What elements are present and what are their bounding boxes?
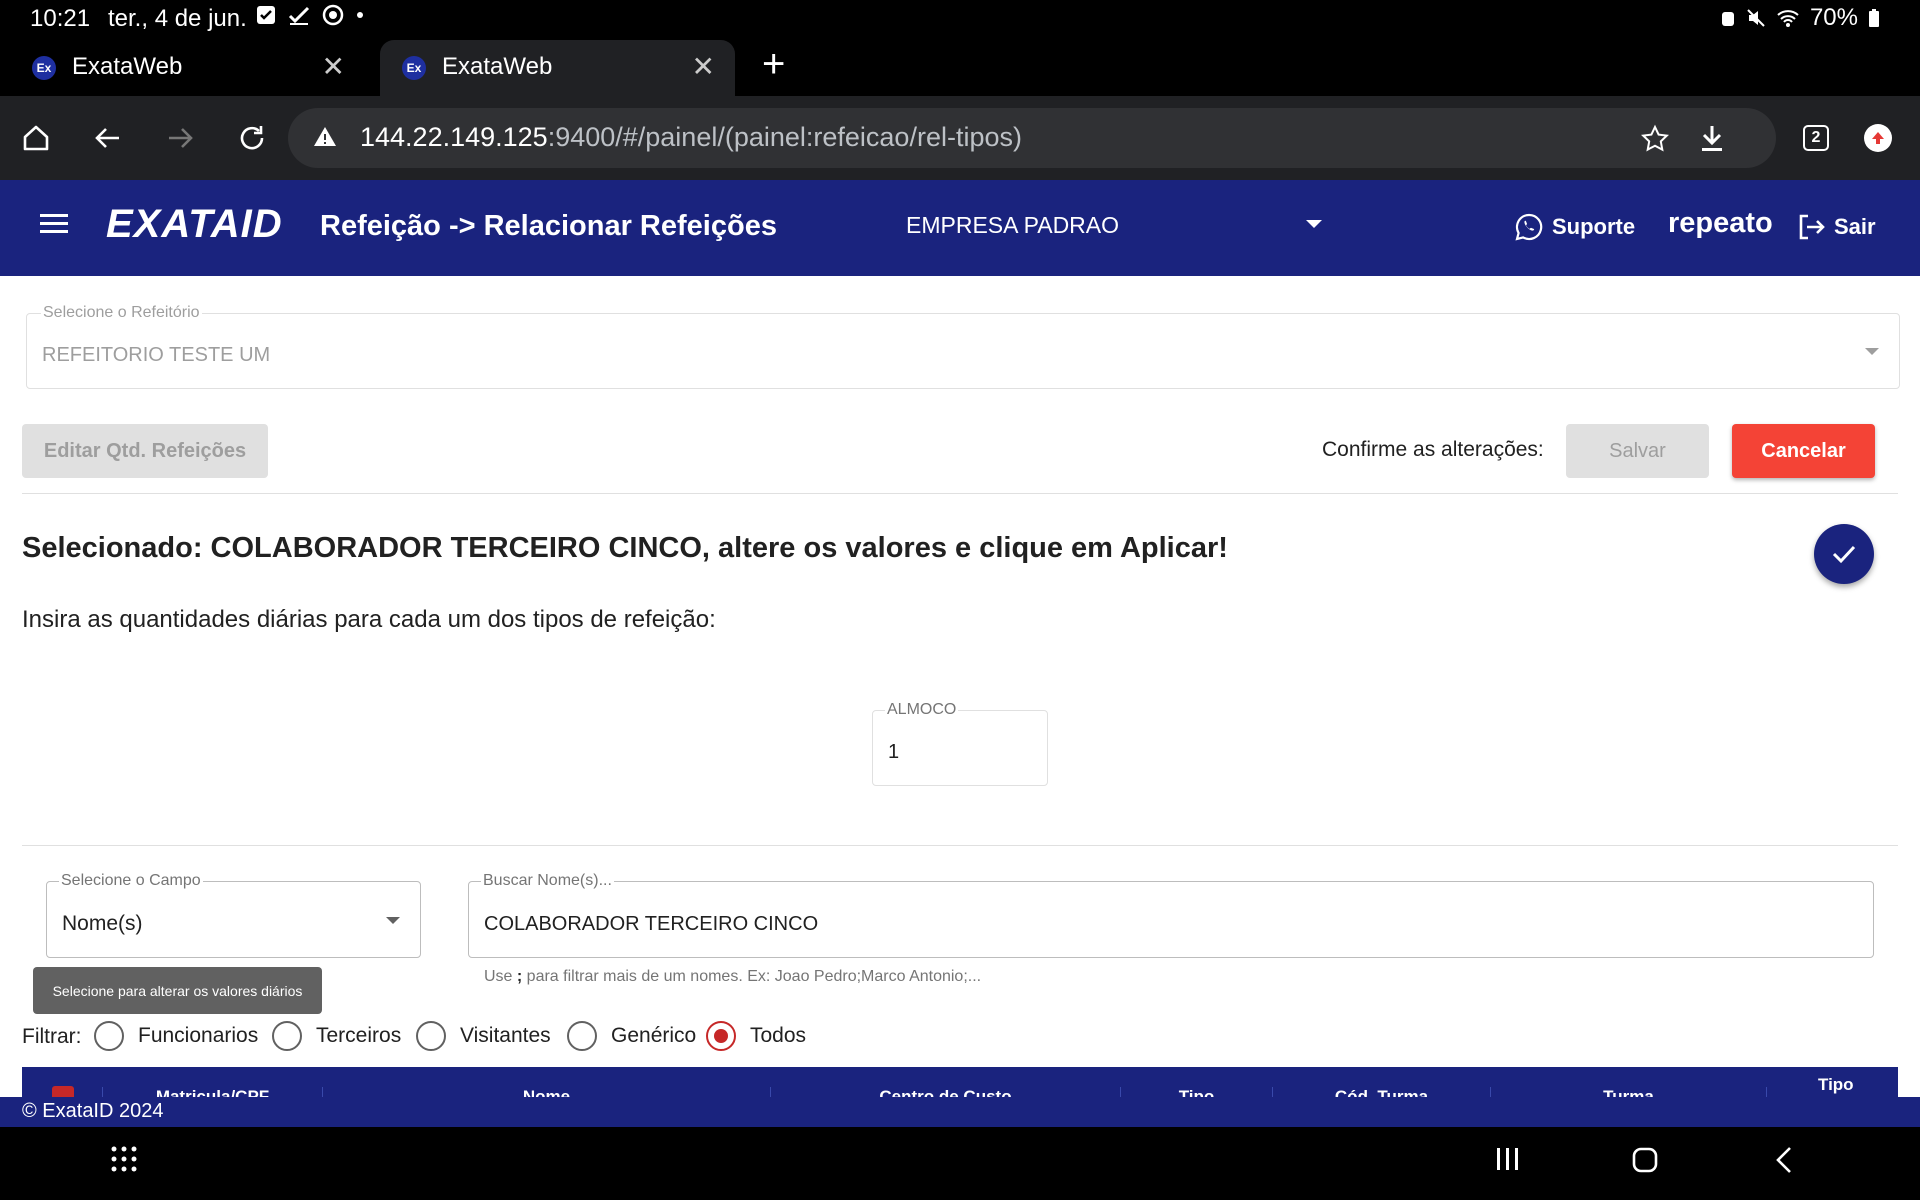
column-header-cod-turma[interactable]: Cód. Turma — [1272, 1087, 1490, 1097]
status-time: 10:21 — [30, 5, 91, 32]
radio-visitantes[interactable]: Visitantes — [416, 1021, 551, 1051]
support-label: Suporte — [1552, 214, 1636, 239]
tab-title: ExataWeb — [72, 53, 183, 80]
status-bar: 10:21 ter., 4 de jun. 70% — [0, 0, 1920, 36]
download-icon — [1702, 126, 1722, 151]
warning-icon — [314, 127, 336, 146]
selection-heading: Selecionado: COLABORADOR TERCEIRO CINCO,… — [22, 532, 1228, 564]
menu-icon[interactable] — [40, 214, 68, 238]
divider — [22, 493, 1898, 494]
close-tab-icon[interactable]: ✕ — [692, 50, 715, 83]
refeitorio-label: Selecione o Refeitório — [41, 304, 202, 322]
search-hint: Use ; para filtrar mais de um nomes. Ex:… — [484, 968, 982, 985]
almoco-label: ALMOCO — [885, 701, 959, 719]
username: repeato — [1668, 207, 1773, 239]
star-icon — [1640, 124, 1670, 152]
mute-icon — [1747, 9, 1765, 27]
tab-title: ExataWeb — [442, 53, 553, 80]
edit-quantities-button[interactable]: Editar Qtd. Refeições — [22, 424, 268, 478]
search-value: COLABORADOR TERCEIRO CINCO — [484, 913, 819, 935]
chevron-down-icon — [386, 917, 400, 924]
notification-icons — [256, 4, 364, 26]
field-select-value: Nome(s) — [62, 912, 143, 935]
address-bar[interactable]: 144.22.149.125:9400/#/painel/(painel:ref… — [288, 108, 1776, 168]
radio-funcionarios[interactable]: Funcionarios — [94, 1021, 258, 1051]
field-select-label: Selecione o Campo — [59, 872, 203, 890]
new-tab-icon[interactable]: + — [762, 42, 785, 87]
copyright: © ExataID 2024 — [22, 1100, 164, 1122]
battery-icon — [1869, 9, 1879, 27]
exataid-logo: EXATAID — [106, 202, 283, 246]
support-link[interactable]: Suporte — [1514, 212, 1635, 242]
refeitorio-value: REFEITORIO TESTE UM — [42, 344, 271, 366]
back-icon[interactable] — [86, 116, 130, 160]
exata-favicon-icon: Ex — [32, 56, 56, 80]
check-notification-icon — [288, 6, 310, 25]
confirm-label: Confirme as alterações: — [1322, 438, 1544, 461]
column-header-centro-custo[interactable]: Centro de Custo — [770, 1087, 1120, 1097]
chevron-down-icon — [1865, 348, 1879, 355]
radio-terceiros[interactable]: Terceiros — [272, 1021, 401, 1051]
check-icon — [1832, 545, 1856, 564]
filter-label: Filtrar: — [22, 1025, 82, 1048]
home-icon[interactable] — [14, 116, 58, 160]
recents-icon[interactable] — [1494, 1145, 1522, 1173]
divider — [22, 845, 1898, 846]
logout-label: Sair — [1834, 214, 1876, 239]
column-header-nome[interactable]: Nome — [322, 1087, 770, 1097]
apply-button[interactable] — [1814, 524, 1874, 584]
save-button[interactable]: Salvar — [1566, 424, 1709, 478]
search-label: Buscar Nome(s)... — [481, 872, 614, 890]
url-text: 144.22.149.125:9400/#/painel/(painel:ref… — [360, 122, 1022, 152]
home-nav-icon[interactable] — [1630, 1145, 1660, 1175]
column-header-tipo[interactable]: Tipo — [1120, 1087, 1272, 1097]
column-header-matricula[interactable]: Matricula/CPF — [102, 1087, 322, 1097]
browser-tab-bar: Ex ExataWeb ✕ Ex ExataWeb ✕ + — [0, 36, 1920, 96]
browser-tab-active[interactable]: Ex ExataWeb ✕ — [380, 40, 735, 96]
dot-icon — [357, 12, 363, 18]
system-icons: 70% — [1720, 4, 1880, 32]
footer: © ExataID 2024 — [0, 1097, 1920, 1127]
almoco-value: 1 — [888, 741, 900, 763]
cancel-button[interactable]: Cancelar — [1732, 424, 1875, 478]
close-tab-icon[interactable]: ✕ — [322, 50, 345, 83]
reload-icon[interactable] — [230, 116, 274, 160]
record-notification-icon — [322, 4, 344, 26]
chevron-down-icon[interactable] — [1306, 220, 1322, 228]
select-all-checkbox[interactable] — [52, 1086, 74, 1097]
almoco-quantity-input[interactable]: ALMOCO 1 — [872, 701, 1048, 786]
column-header-tipo-2[interactable]: Tipo — [1818, 1075, 1854, 1095]
logout-icon — [1799, 214, 1825, 240]
table-header: Matricula/CPF Nome Centro de Custo Tipo … — [22, 1067, 1898, 1097]
wifi-icon — [1777, 10, 1799, 27]
radio-generico[interactable]: Genérico — [567, 1021, 696, 1051]
radio-todos[interactable]: Todos — [706, 1021, 806, 1051]
instruction-text: Insira as quantidades diárias para cada … — [22, 606, 716, 633]
refeitorio-select[interactable]: Selecione o Refeitório REFEITORIO TESTE … — [26, 304, 1900, 389]
logout-link[interactable]: Sair — [1796, 212, 1876, 242]
app-header: EXATAID Refeição -> Relacionar Refeições… — [0, 180, 1920, 276]
update-icon[interactable] — [1856, 116, 1900, 160]
exata-favicon-icon: Ex — [402, 56, 426, 80]
checkbox-notification-icon — [257, 6, 275, 24]
whatsapp-icon — [1515, 213, 1543, 241]
battery-percent: 70% — [1809, 4, 1858, 31]
app-drawer-icon[interactable] — [110, 1145, 138, 1173]
system-nav-bar — [0, 1127, 1920, 1200]
page-title: Refeição -> Relacionar Refeições — [320, 210, 777, 242]
browser-tab[interactable]: Ex ExataWeb ✕ — [10, 40, 365, 96]
column-header-turma[interactable]: Turma — [1490, 1087, 1766, 1097]
field-select[interactable]: Selecione o Campo Nome(s) — [46, 872, 421, 958]
company-select[interactable]: EMPRESA PADRAO — [906, 212, 1119, 239]
browser-toolbar: 144.22.149.125:9400/#/painel/(painel:ref… — [0, 96, 1920, 180]
back-nav-icon[interactable] — [1772, 1145, 1796, 1175]
status-date: ter., 4 de jun. — [108, 5, 247, 32]
search-input[interactable]: Buscar Nome(s)... COLABORADOR TERCEIRO C… — [468, 872, 1874, 958]
tooltip: Selecione para alterar os valores diário… — [33, 967, 322, 1014]
tab-switcher-icon[interactable]: 2 — [1794, 116, 1838, 160]
forward-icon[interactable] — [158, 116, 202, 160]
alarm-icon — [1721, 12, 1734, 26]
